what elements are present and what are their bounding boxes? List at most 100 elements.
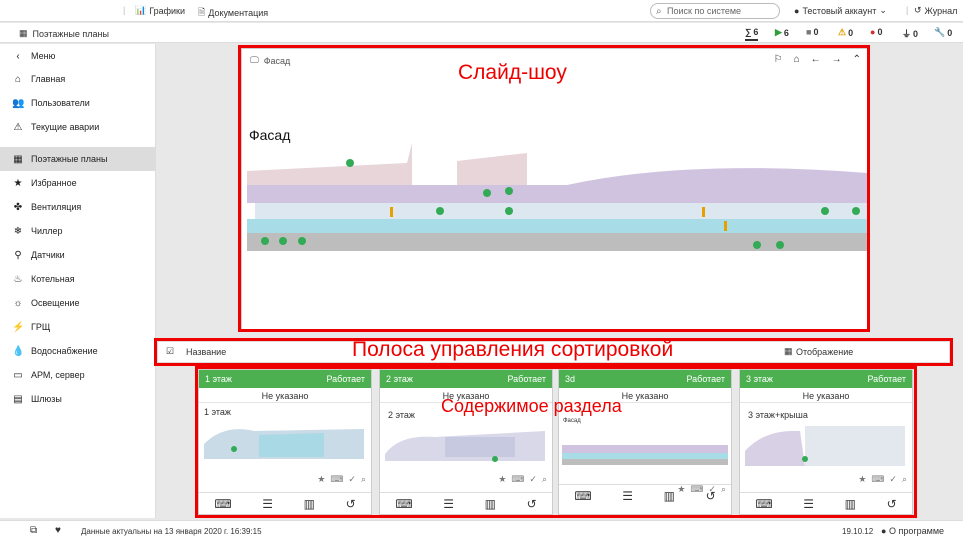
- status-badge: Работает: [867, 374, 906, 384]
- card-actions: ★ ⌨ ✓ ⌕: [498, 474, 547, 485]
- sidebar-item-boiler[interactable]: ♨ Котельная: [0, 267, 156, 291]
- slideshow-controls: ⚐ ⌂ ← → ⌃: [774, 54, 861, 65]
- counter-service[interactable]: 🔧 0: [934, 27, 952, 38]
- card-header: 1 этаж Работает: [199, 370, 371, 388]
- home-icon[interactable]: ⌂: [794, 54, 800, 65]
- boiler-icon: ♨: [13, 273, 23, 285]
- document-icon: 🗎: [198, 7, 206, 17]
- list-icon[interactable]: ☰: [622, 489, 633, 503]
- card-footer: ⌨ ☰ ▥ ↺: [740, 492, 912, 514]
- journal-link[interactable]: ↺ Журнал: [914, 5, 957, 16]
- chart-icon[interactable]: ▥: [664, 489, 675, 503]
- floorplan-card[interactable]: 2 этаж Работает Не указано 2 этаж ★ ⌨ ✓ ⌕ ⌨ ☰…: [379, 369, 553, 515]
- keyboard-icon[interactable]: ⌨: [755, 497, 772, 511]
- account-menu[interactable]: ● Тестовый аккаунт ⌄: [794, 5, 887, 16]
- gateway-icon: ▤: [13, 393, 23, 405]
- list-icon[interactable]: ☰: [262, 497, 273, 511]
- sidebar-item-gateways[interactable]: ▤ Шлюзы: [0, 387, 156, 411]
- keyboard-icon[interactable]: ⌨: [330, 474, 343, 485]
- slideshow-header: 🖵 Фасад: [250, 55, 291, 66]
- list-icon[interactable]: ☰: [803, 497, 814, 511]
- sidebar-item-ventilation[interactable]: ✤ Вентиляция: [0, 195, 156, 219]
- chart-icon[interactable]: ▥: [485, 497, 496, 511]
- wrench-icon: 🔧: [934, 27, 946, 37]
- zoom-icon[interactable]: ⌕: [902, 474, 907, 485]
- chevron-up-icon[interactable]: ⌃: [853, 54, 861, 65]
- lightbulb-icon: ☼: [13, 297, 23, 309]
- history-icon: ↺: [914, 5, 922, 15]
- counter-offline[interactable]: ⏚ 0: [902, 27, 918, 40]
- history-icon[interactable]: ↺: [346, 497, 356, 511]
- floorplan-card[interactable]: 1 этаж Работает Не указано 1 этаж ★ ⌨ ✓ ⌕ ⌨ ☰…: [198, 369, 372, 515]
- floor-plan-image: [204, 429, 364, 459]
- counter-alarm[interactable]: ● 0: [870, 27, 882, 37]
- sidebar-item-floorplans[interactable]: ▦ Поэтажные планы: [0, 147, 156, 171]
- sidebar-item-users[interactable]: 👥 Пользователи: [0, 91, 156, 115]
- user-icon: ●: [794, 5, 800, 16]
- keyboard-icon[interactable]: ⌨: [395, 497, 412, 511]
- keyboard-icon[interactable]: ⌨: [511, 474, 524, 485]
- card-preview-label: Фасад: [563, 418, 581, 424]
- arrow-left-icon[interactable]: ←: [811, 54, 821, 65]
- card-header: 3 этаж Работает: [740, 370, 912, 388]
- star-icon: ★: [13, 177, 23, 189]
- list-icon[interactable]: ☰: [443, 497, 454, 511]
- sortbar-annotation-label: Полоса управления сортировкой: [352, 338, 674, 361]
- keyboard-icon[interactable]: ⌨: [214, 497, 231, 511]
- chart-icon[interactable]: ▥: [845, 497, 856, 511]
- sidebar-item-lighting[interactable]: ☼ Освещение: [0, 291, 156, 315]
- warning-icon: ⚠: [838, 27, 847, 37]
- floorplan-card[interactable]: 3d Работает Не указано Фасад ★ ⌨ ✓ ⌕ ⌨ ☰ ▥ ↺: [558, 369, 732, 515]
- counter-total[interactable]: ∑ 6: [745, 27, 759, 41]
- floorplan-card[interactable]: 3 этаж Работает Не указано 3 этаж+крыша ★…: [739, 369, 913, 515]
- history-icon[interactable]: ↺: [706, 489, 716, 503]
- card-footer: ⌨ ☰ ▥ ↺: [380, 492, 552, 514]
- star-icon[interactable]: ★: [498, 474, 506, 485]
- zoom-icon[interactable]: ⌕: [542, 474, 547, 485]
- water-drop-icon: 💧: [12, 345, 25, 357]
- card-footer: ⌨ ☰ ▥ ↺: [199, 492, 371, 514]
- status-badge: Работает: [507, 374, 546, 384]
- keyboard-icon[interactable]: ⌨: [574, 489, 591, 503]
- sidebar-item-switchboard[interactable]: ⚡ ГРЩ: [0, 315, 156, 339]
- sidebar-item-server[interactable]: ▭ АРМ, сервер: [0, 363, 156, 387]
- chart-icon[interactable]: ▥: [304, 497, 315, 511]
- status-text: Данные актуальны на 13 января 2020 г. 16…: [81, 527, 262, 536]
- zoom-icon[interactable]: ⌕: [361, 474, 366, 485]
- sidebar-menu-toggle[interactable]: ‹ Меню: [0, 44, 156, 68]
- sidebar-item-chiller[interactable]: ❄ Чиллер: [0, 219, 156, 243]
- floor-plan-image: [745, 426, 905, 466]
- sidebar-item-alarms[interactable]: ⚠ Текущие аварии: [0, 115, 156, 139]
- docs-link[interactable]: 🗎 Документация: [198, 5, 268, 21]
- sidebar-item-home[interactable]: ⌂ Главная: [0, 67, 156, 91]
- sort-by-name[interactable]: Название: [186, 347, 226, 357]
- sub-bar: ▦ Поэтажные планы ∑ 6 ▶ 6 ■ 0 ⚠ 0 ● 0 ⏚ 0 🔧 0: [0, 23, 963, 43]
- play-icon: ▶: [775, 27, 782, 37]
- top-bar: | 📊 Графики 🗎 Документация ⌕ Поиск по систе…: [0, 0, 963, 22]
- check-icon[interactable]: ✓: [348, 474, 356, 485]
- history-icon[interactable]: ↺: [887, 497, 897, 511]
- sort-checkbox-icon[interactable]: ☑: [166, 346, 174, 357]
- display-mode-toggle[interactable]: Отображение: [796, 347, 853, 357]
- counter-stopped[interactable]: ■ 0: [806, 27, 818, 37]
- connection-icon[interactable]: ⧉: [30, 525, 37, 536]
- sidebar-item-favorites[interactable]: ★ Избранное: [0, 171, 156, 195]
- check-icon[interactable]: ✓: [529, 474, 537, 485]
- sidebar-item-sensors[interactable]: ⚲ Датчики: [0, 243, 156, 267]
- search-input[interactable]: ⌕ Поиск по системе: [650, 3, 780, 19]
- stop-icon: ■: [806, 27, 812, 37]
- version-text: 19.10.12: [842, 527, 874, 536]
- history-icon[interactable]: ↺: [527, 497, 537, 511]
- about-link[interactable]: ● О программе: [881, 526, 944, 536]
- charts-link[interactable]: 📊 Графики: [135, 5, 185, 16]
- star-icon[interactable]: ★: [317, 474, 325, 485]
- card-preview-label: 3 этаж+крыша: [748, 410, 808, 420]
- pin-icon[interactable]: ⚐: [774, 54, 783, 65]
- check-icon[interactable]: ✓: [889, 474, 897, 485]
- arrow-right-icon[interactable]: →: [832, 54, 842, 65]
- keyboard-icon[interactable]: ⌨: [871, 474, 884, 485]
- star-icon[interactable]: ★: [858, 474, 866, 485]
- sidebar-item-water[interactable]: 💧 Водоснабжение: [0, 339, 156, 363]
- counter-running[interactable]: ▶ 6: [775, 27, 789, 38]
- counter-warning[interactable]: ⚠ 0: [838, 27, 853, 38]
